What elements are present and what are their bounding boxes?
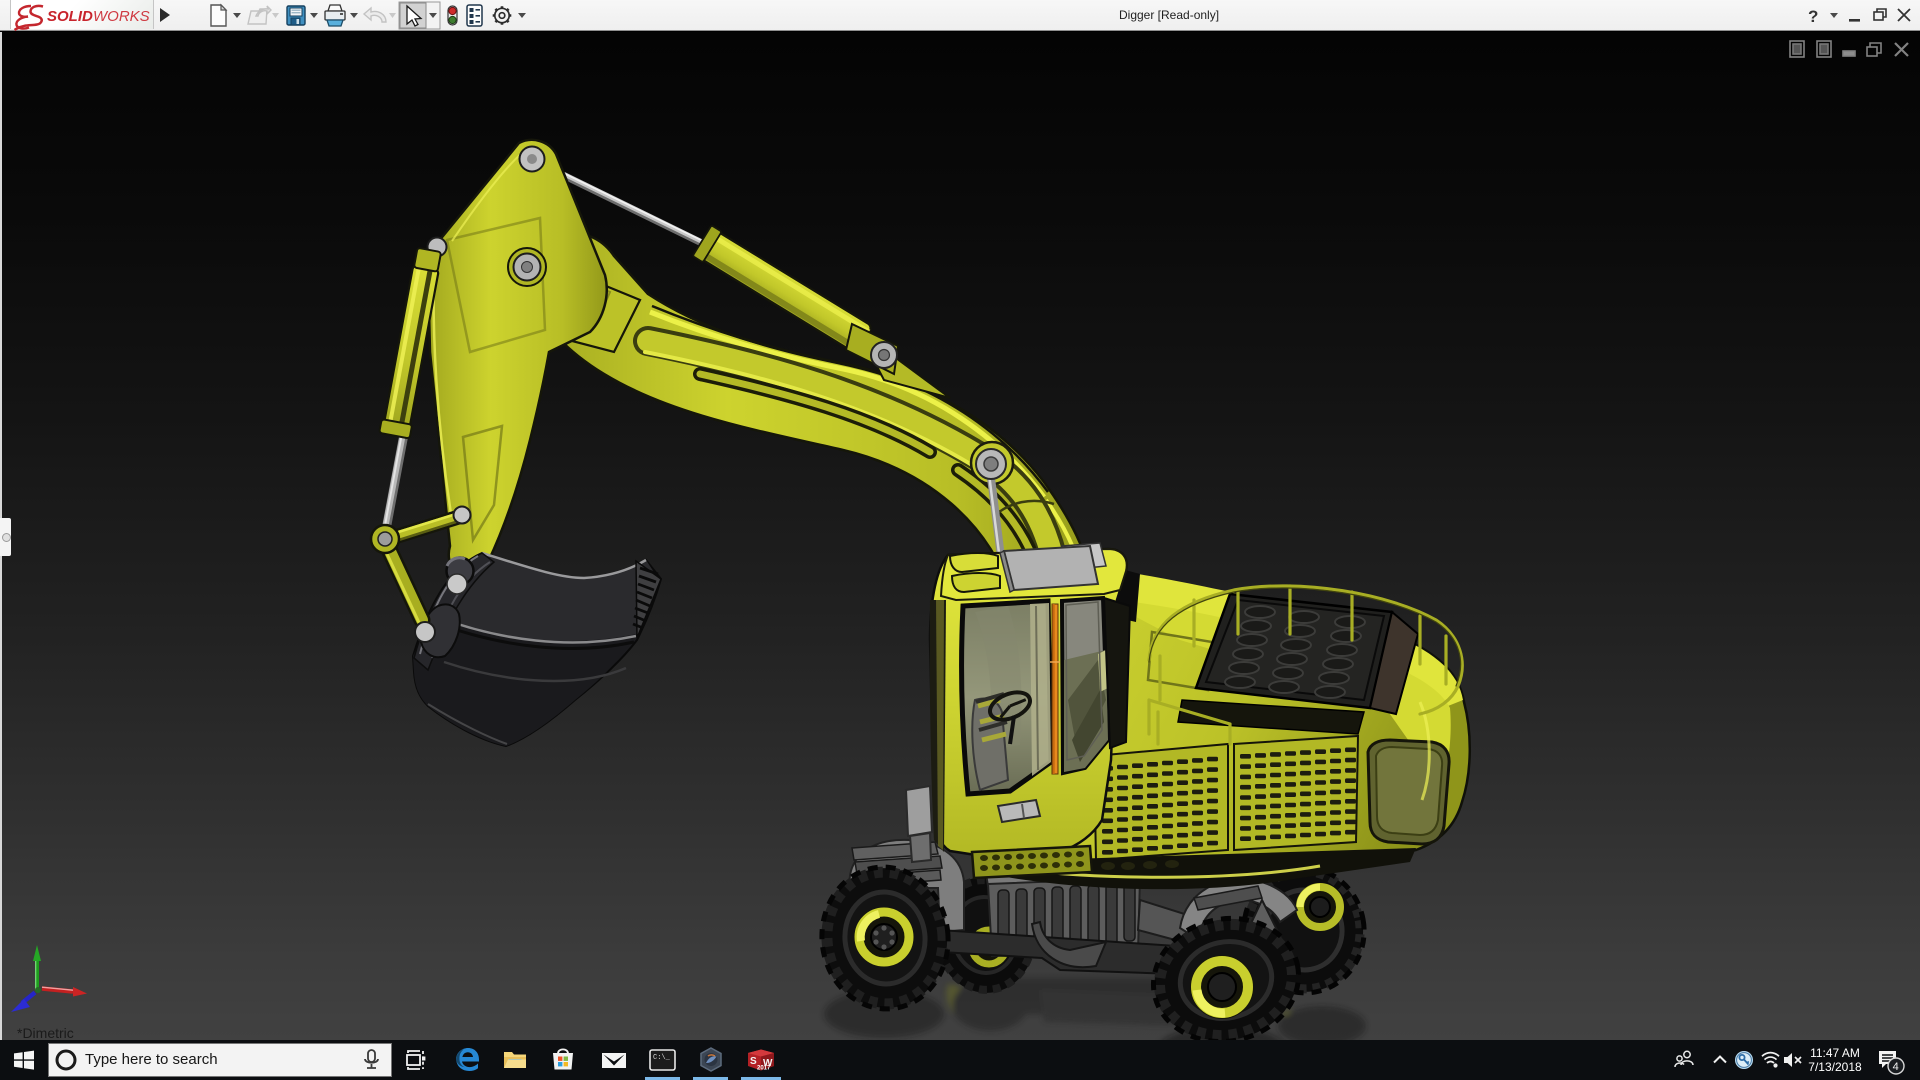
svg-text:SOLID: SOLID [47, 8, 93, 25]
svg-text:S: S [750, 1056, 757, 1067]
svg-text:?: ? [1808, 7, 1818, 26]
svg-text:WORKS: WORKS [93, 8, 150, 25]
svg-text:C:\_: C:\_ [653, 1054, 671, 1062]
svg-text:2017: 2017 [757, 1066, 771, 1072]
svg-text:4: 4 [1893, 1061, 1899, 1073]
svg-text:*Dimetric: *Dimetric [17, 1025, 74, 1040]
